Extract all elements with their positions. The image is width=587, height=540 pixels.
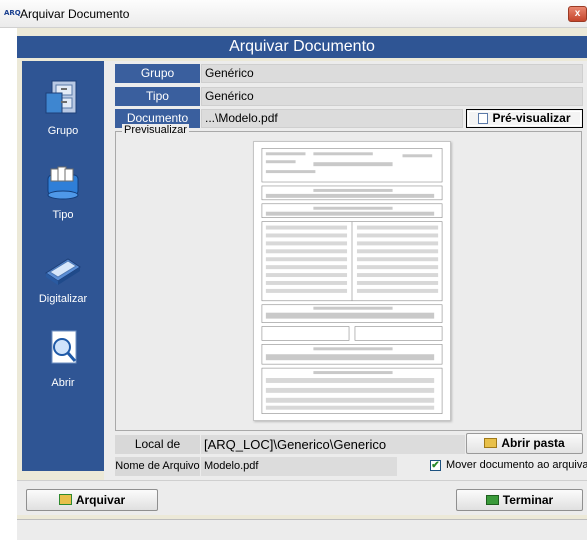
preview-button[interactable]: Pré-visualizar (466, 109, 583, 128)
left-edge (0, 28, 17, 540)
archive-button-label: Arquivar (75, 493, 126, 507)
preview-button-label: Pré-visualizar (492, 111, 571, 125)
window-title: Arquivar Documento (20, 7, 130, 21)
local-de-arquivo-label: Local de Arquivo (115, 435, 200, 470)
exit-arrow-icon (485, 495, 499, 505)
nome-de-arquivo-label: Nome de Arquivo (115, 457, 200, 476)
archive-icon (58, 494, 72, 505)
archive-button[interactable]: Arquivar (26, 489, 158, 511)
page-title: Arquivar Documento (17, 36, 587, 58)
open-folder-label: Abrir pasta (501, 436, 565, 450)
tipo-label: Tipo (115, 87, 200, 106)
close-button[interactable]: x (568, 6, 587, 22)
grupo-field[interactable]: Genérico (201, 64, 583, 83)
finish-button[interactable]: Terminar (456, 489, 583, 511)
sidebar-item-label: Grupo (47, 125, 79, 137)
grupo-label: Grupo (115, 64, 200, 83)
title-bar: ARQ Arquivar Documento x (0, 0, 587, 28)
move-document-checkbox[interactable]: ✔ (430, 460, 441, 471)
folder-cabinet-icon (45, 80, 77, 114)
tipo-field[interactable]: Genérico (201, 87, 583, 106)
documento-field[interactable]: ...\Modelo.pdf (201, 109, 463, 128)
preview-frame-label: Previsualizar (122, 124, 189, 136)
sidebar-item-digitalizar[interactable]: Digitalizar (22, 245, 104, 325)
document-preview-thumbnail (253, 141, 451, 421)
open-folder-button[interactable]: Abrir pasta (466, 433, 583, 454)
move-document-label: Mover documento ao arquivar (446, 459, 587, 471)
nome-de-arquivo-field[interactable]: Modelo.pdf (201, 457, 397, 476)
local-de-arquivo-field[interactable]: [ARQ_LOC]\Generico\Generico (201, 435, 465, 454)
sidebar-item-label: Abrir (51, 377, 75, 389)
magnifier-document-icon (51, 330, 77, 364)
sidebar-item-tipo[interactable]: Tipo (22, 161, 104, 241)
sidebar-item-label: Digitalizar (38, 293, 88, 305)
scanner-icon (45, 258, 81, 285)
sidebar-item-label: Tipo (52, 209, 74, 221)
folder-open-icon (484, 438, 498, 448)
preview-icon (478, 113, 489, 124)
app-icon: ARQ (4, 9, 21, 17)
document-stack-icon (47, 166, 79, 200)
sidebar-item-abrir[interactable]: Abrir (22, 329, 104, 409)
sidebar-item-grupo[interactable]: Grupo (22, 77, 104, 157)
finish-button-label: Terminar (502, 493, 554, 507)
status-bar (17, 519, 587, 540)
sidebar: Grupo Tipo Digitalizar Abrir (22, 61, 104, 471)
